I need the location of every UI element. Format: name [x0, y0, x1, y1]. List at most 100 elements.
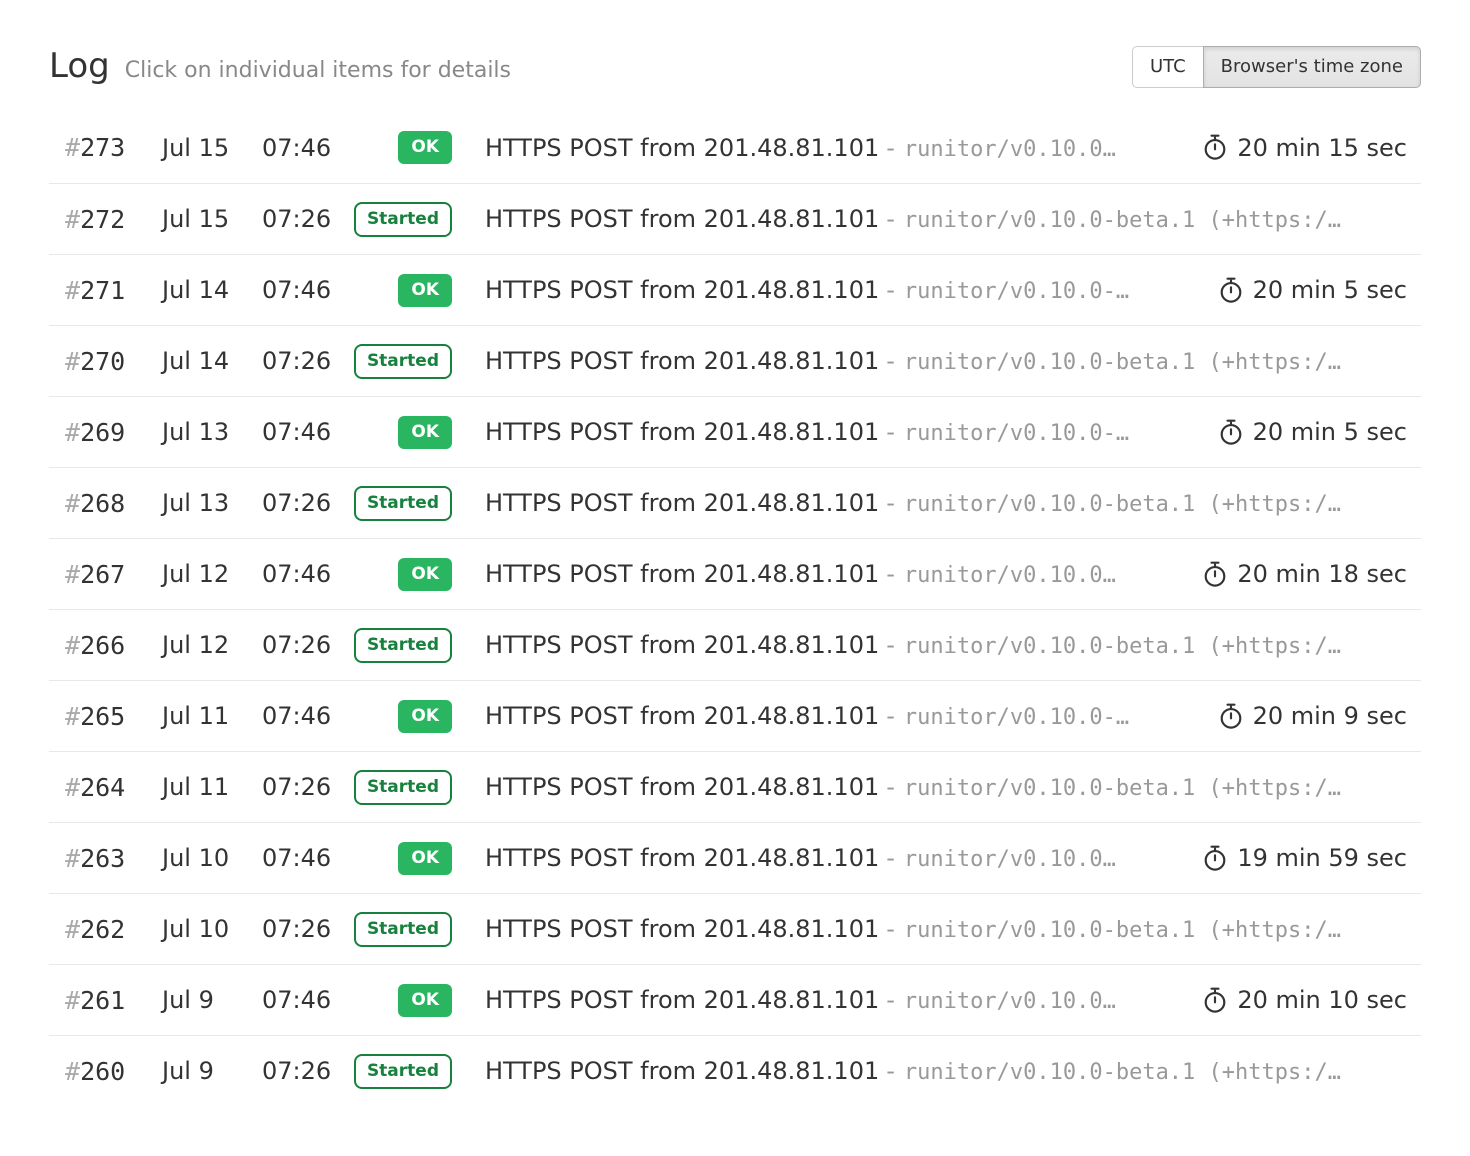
event-date: Jul 10	[162, 915, 262, 943]
user-agent: runitor/v0.10.0-…	[904, 421, 1129, 446]
event-time: 07:26	[262, 915, 359, 943]
badge-cell: Started	[359, 912, 452, 947]
event-description: HTTPS POST from 201.48.81.101-runitor/v0…	[485, 276, 1200, 304]
dash-separator: -	[886, 134, 895, 162]
event-number: #272	[49, 205, 162, 234]
status-badge: OK	[398, 558, 452, 591]
event-message: HTTPS POST from 201.48.81.101	[485, 915, 879, 943]
log-list: #273 Jul 15 07:46 OK HTTPS POST from 201…	[49, 112, 1421, 1106]
event-number: #262	[49, 915, 162, 944]
log-row[interactable]: #270 Jul 14 07:26 Started HTTPS POST fro…	[49, 325, 1421, 396]
hash-prefix: #	[65, 418, 80, 447]
event-number: #266	[49, 631, 162, 660]
status-badge: Started	[354, 1054, 452, 1089]
log-row[interactable]: #271 Jul 14 07:46 OK HTTPS POST from 201…	[49, 254, 1421, 325]
event-number-value: 267	[80, 560, 125, 589]
log-row[interactable]: #265 Jul 11 07:46 OK HTTPS POST from 201…	[49, 680, 1421, 751]
event-message: HTTPS POST from 201.48.81.101	[485, 1057, 879, 1085]
event-description: HTTPS POST from 201.48.81.101-runitor/v0…	[485, 560, 1184, 588]
utc-button[interactable]: UTC	[1132, 46, 1204, 88]
event-time: 07:46	[262, 560, 359, 588]
event-date: Jul 11	[162, 773, 262, 801]
event-date: Jul 9	[162, 1057, 262, 1085]
dash-separator: -	[886, 986, 895, 1014]
user-agent: runitor/v0.10.0-beta.1 (+https:/…	[904, 918, 1341, 943]
event-message: HTTPS POST from 201.48.81.101	[485, 560, 879, 588]
event-time: 07:26	[262, 205, 359, 233]
dash-separator: -	[886, 205, 895, 233]
hash-prefix: #	[65, 844, 80, 873]
log-row[interactable]: #264 Jul 11 07:26 Started HTTPS POST fro…	[49, 751, 1421, 822]
event-time: 07:46	[262, 134, 359, 162]
badge-cell: OK	[359, 416, 452, 449]
log-page: Log Click on individual items for detail…	[0, 0, 1470, 1106]
event-time: 07:46	[262, 418, 359, 446]
dash-separator: -	[886, 418, 895, 446]
badge-cell: Started	[359, 344, 452, 379]
status-badge: Started	[354, 486, 452, 521]
event-number: #267	[49, 560, 162, 589]
browser-timezone-button[interactable]: Browser's time zone	[1203, 46, 1421, 88]
badge-cell: Started	[359, 1054, 452, 1089]
badge-cell: OK	[359, 558, 452, 591]
duration: 20 min 10 sec	[1202, 986, 1421, 1014]
log-row[interactable]: #269 Jul 13 07:46 OK HTTPS POST from 201…	[49, 396, 1421, 467]
hash-prefix: #	[65, 133, 80, 162]
log-row[interactable]: #263 Jul 10 07:46 OK HTTPS POST from 201…	[49, 822, 1421, 893]
event-description: HTTPS POST from 201.48.81.101-runitor/v0…	[485, 844, 1184, 872]
hash-prefix: #	[65, 986, 80, 1015]
badge-cell: OK	[359, 984, 452, 1017]
badge-cell: Started	[359, 202, 452, 237]
duration-text: 19 min 59 sec	[1237, 844, 1407, 872]
status-badge: OK	[398, 274, 452, 307]
event-number-value: 263	[80, 844, 125, 873]
event-message: HTTPS POST from 201.48.81.101	[485, 347, 879, 375]
user-agent: runitor/v0.10.0…	[904, 847, 1116, 872]
user-agent: runitor/v0.10.0…	[904, 137, 1116, 162]
event-date: Jul 14	[162, 347, 262, 375]
badge-cell: OK	[359, 700, 452, 733]
log-row[interactable]: #261 Jul 9 07:46 OK HTTPS POST from 201.…	[49, 964, 1421, 1035]
log-row[interactable]: #267 Jul 12 07:46 OK HTTPS POST from 201…	[49, 538, 1421, 609]
event-message: HTTPS POST from 201.48.81.101	[485, 631, 879, 659]
duration-text: 20 min 18 sec	[1237, 560, 1407, 588]
event-description: HTTPS POST from 201.48.81.101-runitor/v0…	[485, 347, 1421, 375]
dash-separator: -	[886, 489, 895, 517]
badge-cell: Started	[359, 486, 452, 521]
stopwatch-icon	[1218, 277, 1253, 304]
duration-text: 20 min 9 sec	[1253, 702, 1407, 730]
event-number-value: 266	[80, 631, 125, 660]
log-row[interactable]: #273 Jul 15 07:46 OK HTTPS POST from 201…	[49, 112, 1421, 183]
user-agent: runitor/v0.10.0-beta.1 (+https:/…	[904, 1060, 1341, 1085]
event-description: HTTPS POST from 201.48.81.101-runitor/v0…	[485, 773, 1421, 801]
stopwatch-icon	[1202, 134, 1237, 161]
page-title: Log	[49, 46, 110, 86]
duration-text: 20 min 15 sec	[1237, 134, 1407, 162]
title-wrap: Log Click on individual items for detail…	[49, 46, 511, 86]
duration: 20 min 5 sec	[1218, 418, 1421, 446]
log-row[interactable]: #268 Jul 13 07:26 Started HTTPS POST fro…	[49, 467, 1421, 538]
log-row[interactable]: #262 Jul 10 07:26 Started HTTPS POST fro…	[49, 893, 1421, 964]
status-badge: Started	[354, 912, 452, 947]
log-row[interactable]: #260 Jul 9 07:26 Started HTTPS POST from…	[49, 1035, 1421, 1106]
log-row[interactable]: #272 Jul 15 07:26 Started HTTPS POST fro…	[49, 183, 1421, 254]
status-badge: OK	[398, 700, 452, 733]
event-number-value: 265	[80, 702, 125, 731]
dash-separator: -	[886, 844, 895, 872]
hash-prefix: #	[65, 915, 80, 944]
event-time: 07:26	[262, 347, 359, 375]
dash-separator: -	[886, 276, 895, 304]
badge-cell: OK	[359, 131, 452, 164]
event-number: #264	[49, 773, 162, 802]
user-agent: runitor/v0.10.0…	[904, 563, 1116, 588]
status-badge: Started	[354, 202, 452, 237]
event-date: Jul 14	[162, 276, 262, 304]
event-time: 07:26	[262, 631, 359, 659]
event-message: HTTPS POST from 201.48.81.101	[485, 844, 879, 872]
log-row[interactable]: #266 Jul 12 07:26 Started HTTPS POST fro…	[49, 609, 1421, 680]
event-date: Jul 12	[162, 631, 262, 659]
hash-prefix: #	[65, 347, 80, 376]
page-subtitle: Click on individual items for details	[125, 58, 511, 83]
event-time: 07:26	[262, 1057, 359, 1085]
status-badge: Started	[354, 344, 452, 379]
